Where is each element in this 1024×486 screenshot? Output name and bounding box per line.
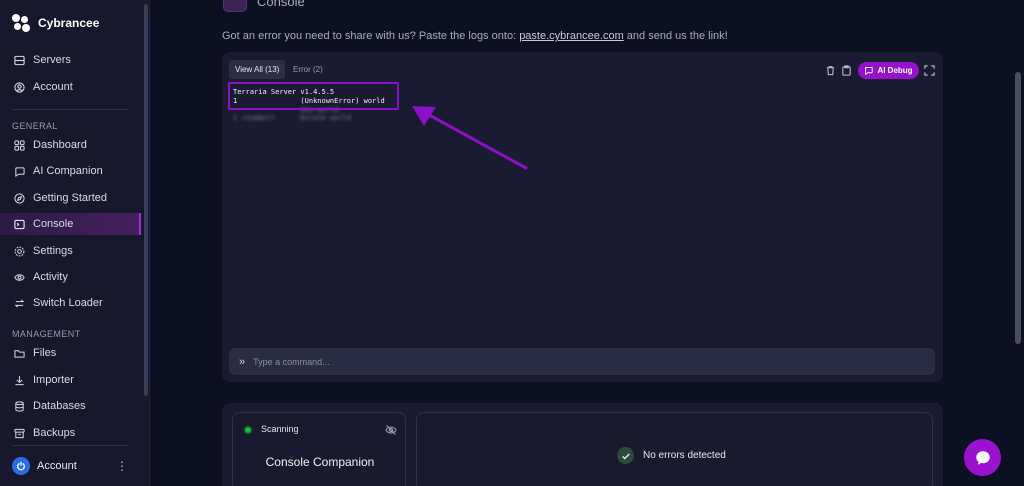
- sidebar-item-databases[interactable]: Databases: [8, 395, 140, 417]
- result-text: No errors detected: [643, 450, 726, 461]
- console-line: 2 <number> Delete world: [233, 114, 352, 122]
- sidebar-item-switch-loader[interactable]: Switch Loader: [8, 292, 140, 314]
- sidebar-item-label: Getting Started: [33, 192, 107, 204]
- server-icon: [14, 55, 25, 65]
- tab-error[interactable]: Error (2): [287, 60, 329, 79]
- annotation-arrow: [412, 106, 528, 170]
- archive-icon: [14, 428, 25, 438]
- sidebar-item-label: Importer: [33, 374, 74, 386]
- sidebar-item-label: Dashboard: [33, 139, 87, 151]
- companion-panel: Scanning Console Companion No errors det…: [222, 403, 943, 486]
- ai-debug-button[interactable]: AI Debug: [858, 62, 919, 79]
- sidebar: Cybrancee Servers Account GENERAL Dashbo…: [0, 0, 150, 486]
- database-icon: [15, 400, 24, 412]
- sidebar-item-label: Backups: [33, 427, 76, 439]
- section-title-general: GENERAL: [12, 121, 58, 131]
- sidebar-item-getting-started[interactable]: Getting Started: [8, 187, 140, 209]
- swap-icon: [14, 298, 25, 308]
- command-bar: »: [229, 348, 935, 375]
- tab-view-all[interactable]: View All (13): [229, 60, 286, 79]
- fullscreen-icon[interactable]: [924, 65, 935, 76]
- sidebar-item-dashboard[interactable]: Dashboard: [8, 134, 140, 156]
- sidebar-item-console[interactable]: Console: [0, 213, 141, 235]
- no-errors-row: No errors detected: [617, 447, 726, 464]
- eye-off-icon[interactable]: [385, 424, 397, 436]
- trash-icon[interactable]: [825, 65, 836, 76]
- status-dot: [243, 425, 253, 435]
- sidebar-item-importer[interactable]: Importer: [8, 369, 140, 391]
- sidebar-item-label: Servers: [33, 54, 71, 66]
- chevrons-right-icon: »: [239, 355, 246, 368]
- page-scrollbar[interactable]: [1015, 72, 1021, 344]
- companion-card: Scanning Console Companion: [232, 412, 406, 486]
- terminal-icon: [223, 0, 247, 12]
- command-input[interactable]: [253, 356, 854, 367]
- chat-icon: [865, 67, 874, 75]
- sidebar-divider: [12, 445, 128, 446]
- clipboard-icon[interactable]: [841, 65, 852, 76]
- notice-text-end: and send us the link!: [623, 30, 728, 42]
- account-menu[interactable]: Account: [12, 457, 130, 475]
- sidebar-item-label: Settings: [33, 245, 73, 257]
- compass-icon: [14, 192, 25, 204]
- download-icon: [15, 375, 24, 385]
- user-circle-icon: [14, 81, 25, 93]
- sidebar-item-activity[interactable]: Activity: [8, 266, 140, 288]
- notice-text: Got an error you need to share with us? …: [222, 30, 520, 42]
- eye-icon: [14, 273, 25, 281]
- sidebar-item-label: Files: [33, 347, 57, 359]
- sidebar-item-account[interactable]: Account: [8, 76, 140, 98]
- sidebar-item-label: Switch Loader: [33, 297, 103, 309]
- sidebar-item-backups[interactable]: Backups: [8, 422, 140, 444]
- more-options-icon[interactable]: ⋮: [116, 460, 128, 472]
- gear-icon: [14, 246, 25, 256]
- sidebar-item-label: Activity: [33, 271, 68, 283]
- brand-name: Cybrancee: [38, 16, 100, 30]
- chat-bubble-icon: [975, 450, 990, 465]
- sidebar-item-label: Console: [33, 218, 74, 230]
- cybrancee-logo-icon: [12, 14, 30, 32]
- chat-support-button[interactable]: [964, 439, 1001, 476]
- page-header: Console: [223, 0, 305, 12]
- account-label: Account: [37, 460, 77, 472]
- results-card: No errors detected: [416, 412, 933, 486]
- sidebar-item-servers[interactable]: Servers: [8, 49, 140, 71]
- sidebar-item-label: Account: [33, 81, 73, 93]
- scan-status: Scanning: [261, 424, 299, 434]
- terminal-icon: [14, 219, 25, 229]
- sidebar-item-ai-companion[interactable]: AI Companion: [8, 160, 140, 182]
- grid-icon: [14, 139, 25, 151]
- paste-notice: Got an error you need to share with us? …: [222, 30, 728, 42]
- sidebar-item-label: Databases: [33, 400, 86, 412]
- companion-title: Console Companion: [265, 455, 375, 469]
- folder-icon: [14, 349, 25, 358]
- chat-icon: [15, 166, 25, 177]
- sidebar-divider: [12, 109, 128, 110]
- power-icon: [12, 457, 30, 475]
- section-title-management: MANAGEMENT: [12, 329, 81, 339]
- ai-debug-label: AI Debug: [877, 66, 913, 75]
- paste-link[interactable]: paste.cybrancee.com: [519, 30, 624, 42]
- sidebar-item-files[interactable]: Files: [8, 342, 140, 364]
- brand[interactable]: Cybrancee: [12, 12, 99, 34]
- highlight-box: [228, 82, 399, 110]
- sidebar-item-label: AI Companion: [33, 165, 103, 177]
- sidebar-item-settings[interactable]: Settings: [8, 240, 140, 262]
- check-circle-icon: [617, 447, 634, 464]
- page-title: Console: [257, 0, 305, 9]
- sidebar-scrollbar[interactable]: [144, 4, 148, 396]
